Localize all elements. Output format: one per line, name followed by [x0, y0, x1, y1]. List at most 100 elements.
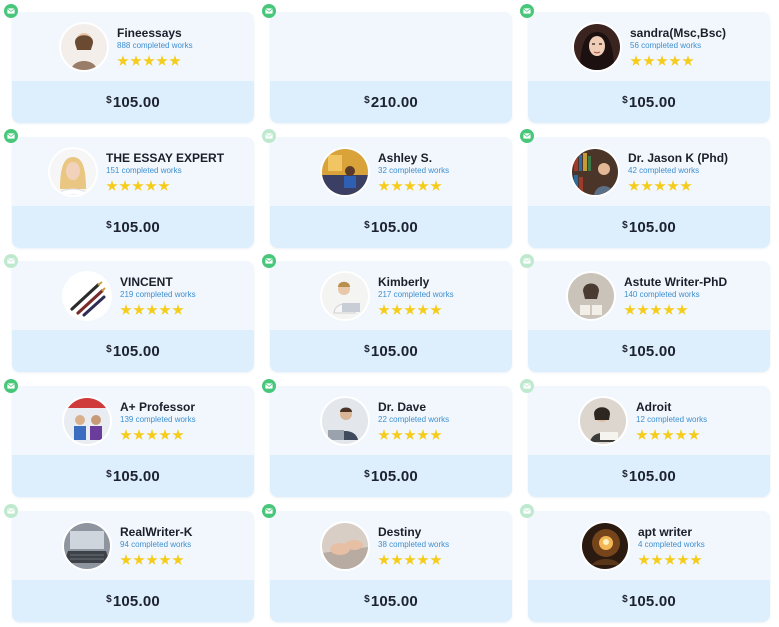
price-bar[interactable]: $105.00 [12, 455, 254, 497]
price-bar[interactable]: $105.00 [270, 580, 512, 622]
star-icon [120, 554, 132, 565]
envelope-icon[interactable] [520, 254, 534, 268]
star-icon [159, 429, 171, 440]
writer-avatar[interactable] [64, 523, 110, 569]
star-icon [146, 304, 158, 315]
envelope-icon[interactable] [520, 129, 534, 143]
star-icon [391, 180, 403, 191]
writer-info: Kimberly 217 completed works [378, 275, 454, 317]
envelope-icon[interactable] [520, 4, 534, 18]
rating-stars [378, 303, 454, 317]
writer-card[interactable]: VINCENT 219 completed works $105.00 [12, 261, 254, 372]
star-icon [430, 304, 442, 315]
star-icon [143, 55, 155, 66]
writer-avatar[interactable] [568, 273, 614, 319]
envelope-icon[interactable] [262, 254, 276, 268]
writer-name[interactable]: A+ Professor [120, 400, 196, 414]
writer-avatar[interactable] [572, 149, 618, 195]
writer-avatar[interactable] [580, 398, 626, 444]
writer-card[interactable]: RealWriter-K 94 completed works $105.00 [12, 511, 254, 622]
price-bar[interactable]: $105.00 [528, 330, 770, 372]
currency-symbol: $ [364, 94, 370, 106]
writer-name[interactable]: sandra(Msc,Bsc) [630, 26, 726, 40]
writer-name[interactable]: Ashley S. [378, 151, 449, 165]
writer-avatar[interactable] [50, 149, 96, 195]
envelope-icon[interactable] [520, 504, 534, 518]
writer-card[interactable]: Dr. Dave 22 completed works $105.00 [270, 386, 512, 497]
writer-card[interactable]: Astute Writer-PhD 140 completed works $105… [528, 261, 770, 372]
envelope-icon[interactable] [262, 129, 276, 143]
price-bar[interactable]: $105.00 [12, 206, 254, 248]
writer-card[interactable]: A+ Professor 139 completed works $105.00 [12, 386, 254, 497]
envelope-icon[interactable] [4, 254, 18, 268]
writer-avatar[interactable] [64, 398, 110, 444]
price-bar[interactable]: $105.00 [12, 580, 254, 622]
writer-avatar[interactable] [322, 523, 368, 569]
writer-name[interactable]: Destiny [378, 525, 449, 539]
writer-card[interactable]: Fineessays 888 completed works $105.00 [12, 12, 254, 123]
writer-avatar[interactable] [322, 149, 368, 195]
writer-info: Dr. Dave 22 completed works [378, 400, 449, 442]
writer-card[interactable]: Destiny 38 completed works $105.00 [270, 511, 512, 622]
writer-name[interactable]: Adroit [636, 400, 707, 414]
currency-symbol: $ [106, 219, 112, 231]
writer-info: Adroit 12 completed works [636, 400, 707, 442]
star-icon [430, 180, 442, 191]
writer-name[interactable]: Kimberly [378, 275, 454, 289]
writer-avatar[interactable] [61, 24, 107, 70]
price-bar[interactable]: $105.00 [270, 455, 512, 497]
writer-info: apt writer 4 completed works [638, 525, 705, 567]
star-icon [391, 304, 403, 315]
price-bar[interactable]: $105.00 [270, 330, 512, 372]
envelope-icon[interactable] [4, 379, 18, 393]
writer-card[interactable]: Ashley S. 32 completed works $105.00 [270, 137, 512, 248]
price-bar[interactable]: $105.00 [528, 580, 770, 622]
envelope-icon[interactable] [262, 504, 276, 518]
writer-card[interactable]: Dr. Jason K (Phd) 42 completed works $105.… [528, 137, 770, 248]
writer-card[interactable]: Kimberly 217 completed works $105.00 [270, 261, 512, 372]
writer-card-header: Destiny 38 completed works [270, 511, 512, 580]
writer-avatar[interactable] [574, 24, 620, 70]
price-bar[interactable]: $105.00 [12, 330, 254, 372]
writer-name[interactable]: THE ESSAY EXPERT [106, 151, 224, 165]
price-amount: 105.00 [112, 218, 160, 236]
writer-avatar[interactable] [322, 398, 368, 444]
writer-name[interactable]: Astute Writer-PhD [624, 275, 727, 289]
envelope-icon[interactable] [4, 504, 18, 518]
price-bar[interactable]: $105.00 [528, 206, 770, 248]
envelope-icon[interactable] [4, 129, 18, 143]
star-icon [667, 180, 679, 191]
envelope-icon[interactable] [262, 379, 276, 393]
writer-info: Astute Writer-PhD 140 completed works [624, 275, 727, 317]
writer-card[interactable]: THE ESSAY EXPERT 151 completed works $105.… [12, 137, 254, 248]
writer-name[interactable]: Dr. Jason K (Phd) [628, 151, 728, 165]
writer-name[interactable]: Dr. Dave [378, 400, 449, 414]
writer-avatar[interactable] [582, 523, 628, 569]
writer-price: $105.00 [106, 343, 160, 360]
star-icon [404, 180, 416, 191]
star-icon [106, 180, 118, 191]
price-bar[interactable]: $105.00 [270, 206, 512, 248]
price-bar[interactable]: $210.00 [270, 81, 512, 123]
writer-card[interactable]: apt writer 4 completed works $105.00 [528, 511, 770, 622]
price-bar[interactable]: $105.00 [528, 455, 770, 497]
writer-avatar[interactable] [64, 273, 110, 319]
writer-info: Dr. Jason K (Phd) 42 completed works [628, 151, 728, 193]
price-bar[interactable]: $105.00 [12, 81, 254, 123]
writer-card-header: Dr. Jason K (Phd) 42 completed works [528, 137, 770, 206]
writer-card[interactable]: sandra(Msc,Bsc) 56 completed works $105.00 [528, 12, 770, 123]
price-bar[interactable]: $105.00 [528, 81, 770, 123]
writer-card-header: A+ Professor 139 completed works [12, 386, 254, 455]
currency-symbol: $ [622, 94, 628, 106]
writer-name[interactable]: Fineessays [117, 26, 193, 40]
writer-card[interactable]: Adroit 12 completed works $105.00 [528, 386, 770, 497]
envelope-icon[interactable] [262, 4, 276, 18]
star-icon [391, 554, 403, 565]
writer-name[interactable]: RealWriter-K [120, 525, 192, 539]
writer-card[interactable]: Taylor G. (MBA)2 completed works $210.00 [270, 12, 512, 123]
writer-name[interactable]: VINCENT [120, 275, 196, 289]
writer-avatar[interactable] [322, 273, 368, 319]
envelope-icon[interactable] [4, 4, 18, 18]
envelope-icon[interactable] [520, 379, 534, 393]
writer-name[interactable]: apt writer [638, 525, 705, 539]
